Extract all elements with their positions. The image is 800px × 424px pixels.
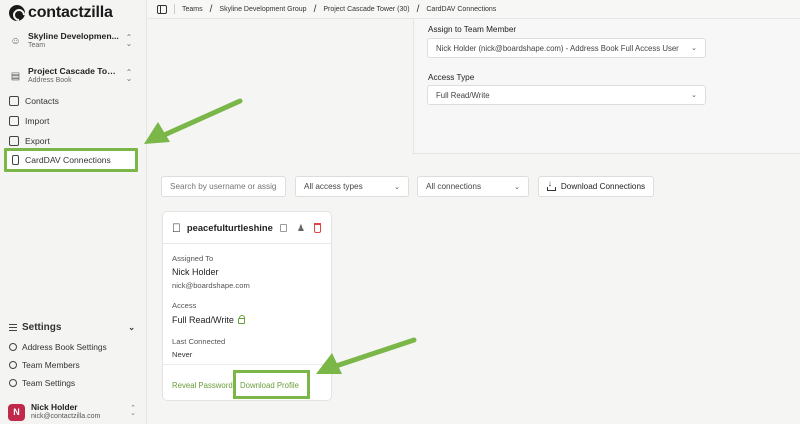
settings-lines-icon [9,324,17,331]
user-menu[interactable]: N Nick Holder nick@contactzilla.com ⌃ ⌄ [8,402,136,422]
connection-filter-select[interactable]: All connections ⌄ [417,176,529,197]
nav-import-label: Import [25,115,50,126]
chevron-down-icon: ⌄ [394,183,400,191]
chevron-updown-icon: ⌃ ⌄ [125,68,133,83]
nav-carddav-label: CardDAV Connections [25,155,111,165]
nav-import[interactable]: Import [9,111,137,130]
access-label: Access [172,301,197,310]
chevron-down-icon: ⌄ [691,92,697,99]
settings-item-label: Address Book Settings [22,342,107,352]
reveal-password-link[interactable]: Reveal Password [172,381,233,390]
copy-icon[interactable] [279,223,287,232]
download-connections-button[interactable]: Download Connections [538,176,654,197]
assigned-label: Assigned To [172,254,214,263]
assign-label: Assign to Team Member [428,25,517,34]
settings-item-team-settings[interactable]: Team Settings [9,378,75,388]
book-name: Project Cascade Tow... [28,67,119,77]
download-icon [546,179,556,191]
brand-logo[interactable]: contactzilla [9,4,113,22]
chevron-updown-icon: ⌃ ⌄ [125,33,133,48]
access-type-label: Access Type [428,73,475,82]
breadcrumb-separator: / [416,3,420,15]
team-sub: Team [28,41,46,49]
settings-item-label: Team Members [22,360,80,370]
settings-item-team-members[interactable]: Team Members [9,360,80,370]
nav-contacts-label: Contacts [25,95,59,106]
settings-toggle[interactable]: Settings ⌄ [9,322,135,333]
reassign-icon[interactable]: ♟ [297,223,305,233]
access-filter-value: All access types [304,182,363,191]
apple-icon:  [172,221,182,235]
gear-icon [9,343,17,351]
connection-filter-value: All connections [426,182,482,191]
breadcrumb-separator: / [313,3,317,15]
last-connected-label: Last Connected [172,337,226,346]
lock-icon [237,315,246,324]
search-input[interactable] [161,176,286,197]
breadcrumb: Teams / Skyline Development Group / Proj… [148,0,800,19]
assigned-email: nick@boardshape.com [172,281,250,290]
assign-value: Nick Holder (nick@boardshape.com) - Addr… [436,43,679,53]
download-profile-highlight [233,370,310,399]
breadcrumb-current: CardDAV Connections [426,5,497,13]
download-connections-label: Download Connections [560,182,646,191]
breadcrumb-separator: / [209,3,213,15]
book-icon: ▤ [10,70,21,82]
nav-export-label: Export [25,135,50,146]
access-type-value: Full Read/Write [436,90,490,100]
nav-contacts[interactable]: Contacts [9,91,137,110]
chevron-down-icon: ⌄ [691,45,697,52]
brand-name: contactzilla [28,4,113,21]
import-icon [9,115,19,126]
export-icon [9,135,19,146]
trash-icon[interactable] [314,222,322,233]
access-filter-select[interactable]: All access types ⌄ [295,176,409,197]
annotation-arrow-icon [316,337,417,374]
breadcrumb-book[interactable]: Project Cascade Tower (30) [323,6,409,13]
breadcrumb-team[interactable]: Skyline Development Group [219,6,306,13]
connection-username: peacefulturtleshine [186,222,273,233]
new-connection-form: Assign to Team Member Nick Holder (nick@… [413,19,800,154]
assigned-name: Nick Holder [172,267,219,277]
logo-icon [9,5,25,21]
user-email: nick@contactzilla.com [31,412,101,420]
chevron-updown-icon: ⌃ ⌄ [130,405,136,417]
team-switcher[interactable]: ☺ Skyline Developmen... Team ⌃ ⌄ [9,27,133,55]
settings-item-address-book[interactable]: Address Book Settings [9,342,107,352]
breadcrumb-teams[interactable]: Teams [182,6,203,13]
settings-title: Settings [22,322,62,333]
user-name: Nick Holder [31,402,78,413]
book-sub: Address Book [28,76,72,84]
settings-item-label: Team Settings [22,378,76,388]
sidebar-toggle-icon[interactable] [157,4,167,14]
team-icon: ☺ [10,35,21,47]
phone-icon [12,155,19,165]
avatar: N [8,403,25,421]
annotation-arrow-icon [144,98,243,144]
team-name: Skyline Developmen... [28,32,119,42]
assign-select[interactable]: Nick Holder (nick@boardshape.com) - Addr… [427,38,706,58]
access-value-row: Full Read/Write [172,315,246,325]
last-connected-value: Never [172,350,193,359]
chevron-down-icon: ⌄ [128,323,135,332]
access-value: Full Read/Write [172,315,234,325]
chevron-down-icon: ⌄ [514,183,520,191]
nav-carddav[interactable]: CardDAV Connections [4,148,138,172]
users-icon [9,361,17,369]
sidebar: contactzilla ☺ Skyline Developmen... Tea… [0,0,147,424]
address-book-switcher[interactable]: ▤ Project Cascade Tow... Address Book ⌃ ⌄ [9,62,133,90]
gear-icon [9,379,17,387]
contacts-icon [9,95,19,106]
access-type-select[interactable]: Full Read/Write ⌄ [427,85,706,105]
